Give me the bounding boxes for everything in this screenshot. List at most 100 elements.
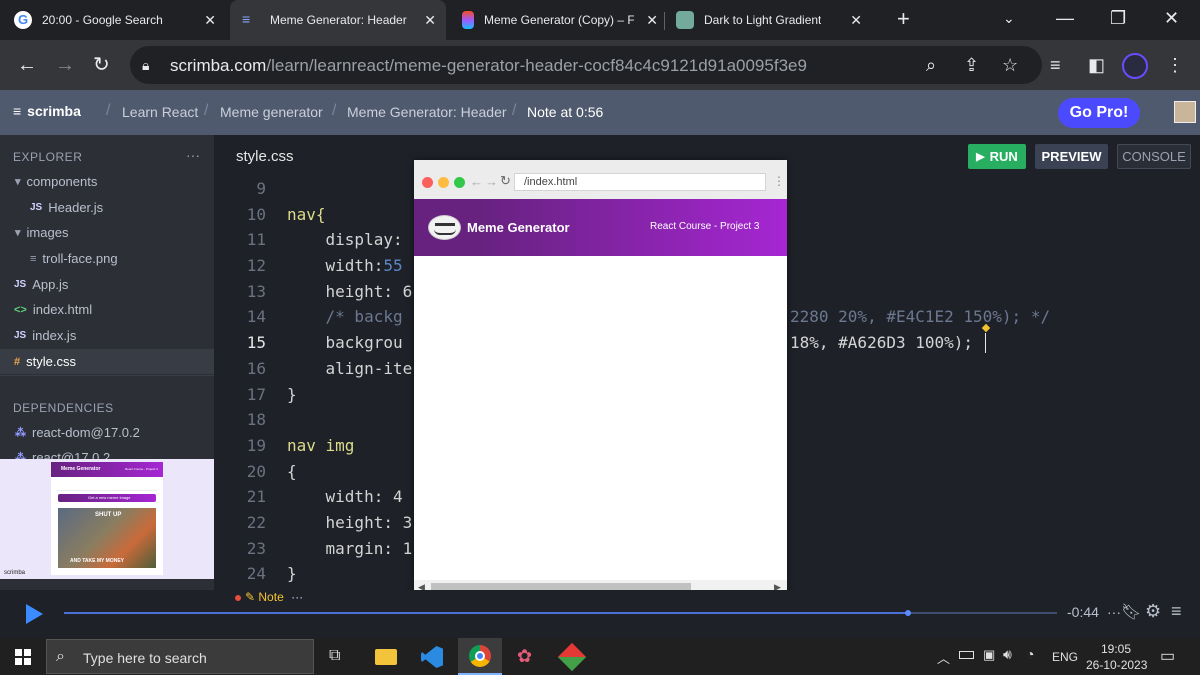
- line-number: 13: [246, 282, 266, 301]
- code-line: width: 4: [287, 487, 403, 506]
- zoom-icon[interactable]: ⌕: [926, 55, 936, 75]
- restore-icon[interactable]: ❐: [1110, 8, 1126, 28]
- explorer-more-icon[interactable]: ···: [186, 147, 200, 163]
- preview-url-bar[interactable]: /index.html: [514, 173, 766, 191]
- close-icon[interactable]: ✕: [204, 12, 216, 28]
- chrome-taskbar-item[interactable]: [458, 638, 502, 675]
- file-troll-face-png[interactable]: ≡ troll-face.png: [0, 246, 214, 271]
- lock-icon: 🔒︎: [142, 57, 150, 73]
- file-index-js[interactable]: JS index.js: [0, 323, 214, 348]
- new-tab-icon[interactable]: +: [897, 8, 910, 30]
- console-button[interactable]: CONSOLE: [1117, 144, 1191, 169]
- file-tab-style-css[interactable]: style.css: [236, 148, 294, 165]
- taskbar-search-input[interactable]: ⌕ Type here to search: [46, 639, 314, 674]
- run-button[interactable]: ▶ RUN: [968, 144, 1026, 169]
- minimize-dot[interactable]: [438, 177, 449, 188]
- clock-time[interactable]: 19:05: [1101, 642, 1131, 656]
- thumb-nav: Meme Generator React Course - Project 3: [51, 462, 163, 477]
- close-icon[interactable]: ✕: [850, 12, 862, 28]
- tab-separator: [664, 12, 665, 30]
- preview-menu-icon[interactable]: ⋮: [773, 174, 785, 188]
- player-more[interactable]: ···: [1107, 604, 1121, 620]
- preview-back-icon[interactable]: ←: [470, 174, 483, 189]
- address-bar[interactable]: 🔒︎ scrimba.com/learn/learnreact/meme-gen…: [130, 46, 1042, 84]
- list-icon[interactable]: ≡: [1171, 601, 1182, 622]
- tab-meme-generator-header[interactable]: ≡ Meme Generator: Header ✕: [230, 0, 446, 40]
- file-header-js[interactable]: JS Header.js: [0, 195, 214, 220]
- paint-icon[interactable]: ✿: [517, 646, 532, 667]
- line-number: 20: [246, 462, 266, 481]
- close-dot[interactable]: [422, 177, 433, 188]
- forward-icon[interactable]: →: [55, 55, 75, 75]
- tab-search-icon[interactable]: ⌄: [1003, 8, 1015, 28]
- language-indicator[interactable]: ENG: [1052, 650, 1078, 664]
- maximize-dot[interactable]: [454, 177, 465, 188]
- preview-window[interactable]: ← → ↻ /index.html ⋮ Meme Generator React…: [414, 160, 787, 596]
- folder-components[interactable]: ▾ components: [0, 169, 214, 194]
- note-more[interactable]: ···: [291, 590, 303, 604]
- progress-handle[interactable]: [905, 610, 912, 616]
- preview-browser-bar: ← → ↻ /index.html ⋮: [414, 160, 787, 199]
- preview-forward-icon[interactable]: →: [485, 174, 498, 189]
- file-explorer-icon[interactable]: [375, 649, 397, 665]
- wifi-icon[interactable]: ◔: [1026, 646, 1034, 662]
- go-pro-button[interactable]: Go Pro!: [1058, 98, 1140, 128]
- preview-reload-icon[interactable]: ↻: [500, 173, 511, 189]
- tab-google-search[interactable]: G 20:00 - Google Search ✕: [14, 0, 226, 40]
- scrimba-logo[interactable]: ≡ scrimba: [13, 103, 81, 119]
- file-index-html[interactable]: <> index.html: [0, 297, 214, 322]
- media-icon[interactable]: ≡: [1050, 55, 1061, 75]
- text-cursor: [985, 333, 986, 353]
- minimize-icon[interactable]: —: [1056, 8, 1074, 28]
- reload-icon[interactable]: ↻: [93, 55, 110, 75]
- share-icon[interactable]: ⇪: [964, 55, 979, 75]
- preview-button[interactable]: PREVIEW: [1035, 144, 1108, 169]
- bookmark-star-icon[interactable]: ☆: [1002, 55, 1018, 75]
- figma-icon: [462, 11, 474, 29]
- meet-icon[interactable]: ▣: [983, 647, 995, 663]
- chevron-down-icon: ▾: [15, 176, 21, 188]
- play-button[interactable]: [26, 604, 43, 624]
- battery-icon[interactable]: [959, 651, 974, 659]
- profile-avatar[interactable]: [1122, 53, 1148, 79]
- close-icon[interactable]: ✕: [424, 12, 436, 28]
- menu-dots-icon[interactable]: ⋮: [1166, 55, 1184, 75]
- explorer-title: EXPLORER: [13, 150, 83, 164]
- windows-start-icon[interactable]: [15, 649, 31, 665]
- bookmark-icon[interactable]: 🔖︎: [1121, 602, 1141, 622]
- notifications-icon[interactable]: ▭: [1160, 646, 1175, 666]
- js-file-icon: JS: [14, 330, 27, 341]
- meme-nav-title: Meme Generator: [467, 220, 570, 235]
- tab-chatgpt[interactable]: Dark to Light Gradient ✕: [676, 0, 872, 40]
- user-avatar[interactable]: [1174, 101, 1196, 123]
- folder-images[interactable]: ▾ images: [0, 220, 214, 245]
- thumb-inputs: [57, 483, 157, 491]
- breadcrumb-separator: /: [332, 102, 337, 119]
- clock-date[interactable]: 26-10-2023: [1086, 658, 1147, 672]
- browser-toolbar: ← → ↻ 🔒︎ scrimba.com/learn/learnreact/me…: [0, 40, 1200, 90]
- breadcrumb-learn-react[interactable]: Learn React: [122, 104, 198, 120]
- tab-figma[interactable]: Meme Generator (Copy) – Fi ✕: [462, 0, 662, 40]
- tray-chevron-icon[interactable]: ︿: [937, 648, 950, 667]
- app-icon[interactable]: [557, 642, 587, 672]
- settings-gear-icon[interactable]: ⚙: [1145, 601, 1161, 622]
- instructor-video-thumbnail[interactable]: Meme Generator React Course - Project 3 …: [0, 459, 214, 579]
- dependency-react-dom[interactable]: ⁂ react-dom@17.0.2: [0, 420, 214, 445]
- chrome-icon: [469, 645, 491, 667]
- file-style-css[interactable]: # style.css: [0, 349, 214, 374]
- task-view-icon[interactable]: ⧉: [329, 647, 340, 665]
- breadcrumb-meme-generator[interactable]: Meme generator: [220, 104, 323, 120]
- line-number: 9: [256, 179, 266, 198]
- note-marker[interactable]: ✎ Note ···: [245, 590, 303, 604]
- close-icon[interactable]: ✕: [646, 12, 658, 28]
- close-window-icon[interactable]: ✕: [1164, 8, 1179, 28]
- breadcrumb-meme-generator-header[interactable]: Meme Generator: Header: [347, 104, 507, 120]
- file-app-js[interactable]: JS App.js: [0, 272, 214, 297]
- back-icon[interactable]: ←: [17, 55, 37, 75]
- volume-icon[interactable]: 🔊︎: [1003, 646, 1012, 663]
- line-number: 17: [246, 385, 266, 404]
- side-panel-icon[interactable]: ◧: [1088, 55, 1105, 75]
- line-number: 18: [246, 410, 266, 429]
- breadcrumb-note: Note at 0:56: [527, 104, 604, 120]
- vscode-icon[interactable]: [421, 646, 443, 668]
